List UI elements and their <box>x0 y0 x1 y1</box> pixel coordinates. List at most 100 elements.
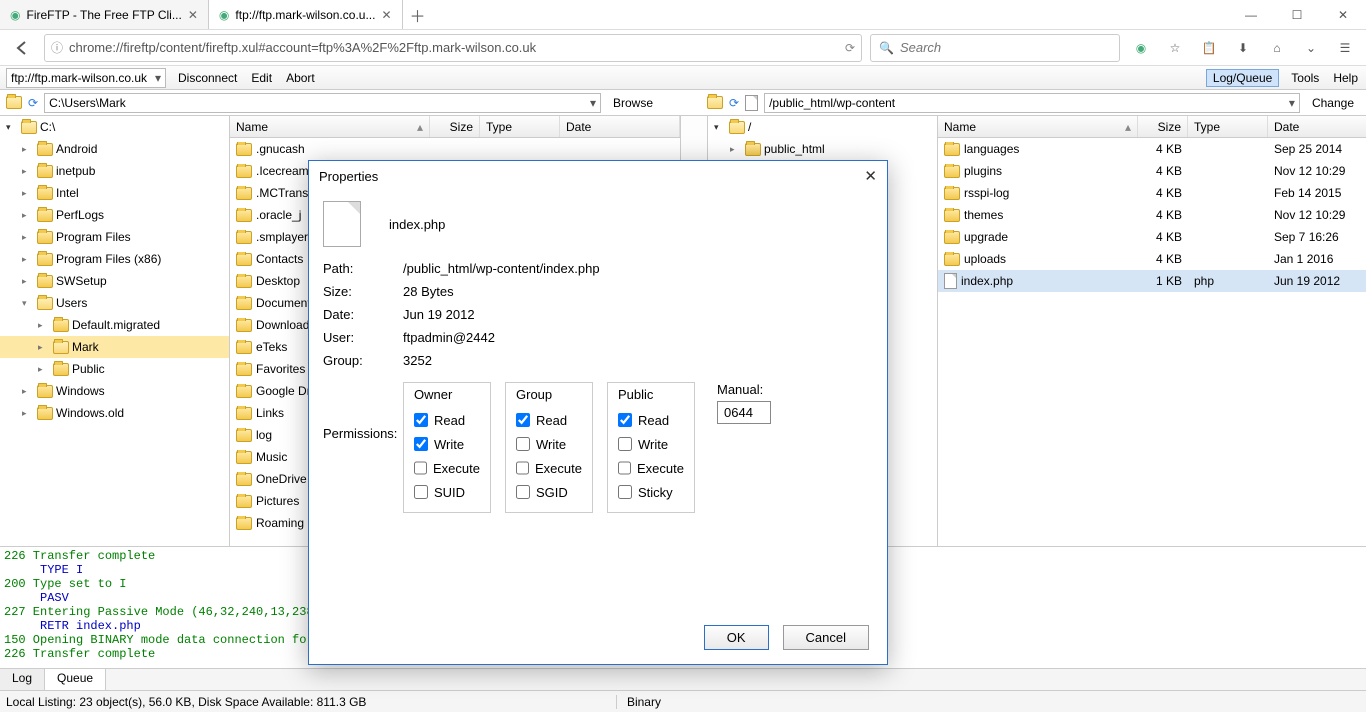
tree-item[interactable]: ▸PerfLogs <box>0 204 229 226</box>
status-bar: Local Listing: 23 object(s), 56.0 KB, Di… <box>0 690 1366 712</box>
public-read[interactable]: Read <box>618 408 684 432</box>
pocket-icon[interactable]: ⌄ <box>1298 35 1324 61</box>
tree-item[interactable]: ▾Users <box>0 292 229 314</box>
extension-icon[interactable]: ◉ <box>1128 35 1154 61</box>
queue-tab[interactable]: Queue <box>45 668 106 690</box>
new-tab-button[interactable]: ＋ <box>403 0 433 29</box>
search-bar[interactable]: 🔍 <box>870 34 1120 62</box>
folder-icon <box>236 407 252 420</box>
reload-icon[interactable]: ⟳ <box>845 41 855 55</box>
back-button[interactable] <box>8 34 36 62</box>
clipboard-icon[interactable]: 📋 <box>1196 35 1222 61</box>
col-date[interactable]: Date <box>1268 116 1366 137</box>
url-bar[interactable]: ⓘ ⟳ <box>44 34 862 62</box>
col-name[interactable]: Name▴ <box>938 116 1138 137</box>
log-queue-toggle[interactable]: Log/Queue <box>1206 69 1279 87</box>
browse-button[interactable]: Browse <box>607 93 659 113</box>
group-read[interactable]: Read <box>516 408 582 432</box>
col-name[interactable]: Name▴ <box>230 116 430 137</box>
refresh-icon[interactable]: ⟳ <box>729 96 739 110</box>
help-menu[interactable]: Help <box>1331 71 1360 85</box>
public-execute[interactable]: Execute <box>618 456 684 480</box>
path-label: Path: <box>323 261 403 276</box>
change-button[interactable]: Change <box>1306 93 1360 113</box>
arrow-left-icon <box>13 39 31 57</box>
owner-suid[interactable]: SUID <box>414 480 480 504</box>
folder-icon <box>37 407 53 420</box>
local-path-input[interactable]: C:\Users\Mark <box>44 93 601 113</box>
remote-path-input[interactable]: /public_html/wp-content <box>764 93 1300 113</box>
folder-icon <box>236 517 252 530</box>
url-input[interactable] <box>69 40 839 55</box>
tree-root[interactable]: ▾/ <box>708 116 937 138</box>
tree-item[interactable]: ▸inetpub <box>0 160 229 182</box>
tree-item[interactable]: ▸Program Files (x86) <box>0 248 229 270</box>
tree-item[interactable]: ▸Default.migrated <box>0 314 229 336</box>
disconnect-button[interactable]: Disconnect <box>176 71 239 85</box>
public-sticky[interactable]: Sticky <box>618 480 684 504</box>
downloads-icon[interactable]: ⬇ <box>1230 35 1256 61</box>
list-row[interactable]: .gnucash <box>230 138 680 160</box>
account-select[interactable]: ftp://ftp.mark-wilson.co.uk <box>6 68 166 88</box>
list-row[interactable]: languages4 KBSep 25 2014 <box>938 138 1366 160</box>
col-size[interactable]: Size <box>1138 116 1188 137</box>
col-type[interactable]: Type <box>480 116 560 137</box>
refresh-icon[interactable]: ⟳ <box>28 96 38 110</box>
list-row[interactable]: plugins4 KBNov 12 10:29 <box>938 160 1366 182</box>
edit-button[interactable]: Edit <box>249 71 274 85</box>
tree-item[interactable]: ▸Program Files <box>0 226 229 248</box>
tree-item[interactable]: ▸Mark <box>0 336 229 358</box>
local-tree[interactable]: ▾C:\▸Android▸inetpub▸Intel▸PerfLogs▸Prog… <box>0 116 230 546</box>
col-size[interactable]: Size <box>430 116 480 137</box>
local-pathbar: ⟳ C:\Users\Mark Browse <box>0 90 665 116</box>
manual-input[interactable] <box>717 401 771 424</box>
tree-item[interactable]: ▸Android <box>0 138 229 160</box>
tree-item[interactable]: ▸Windows <box>0 380 229 402</box>
manual-section: Manual: <box>717 382 771 513</box>
group-sgid[interactable]: SGID <box>516 480 582 504</box>
ok-button[interactable]: OK <box>704 625 769 650</box>
public-write[interactable]: Write <box>618 432 684 456</box>
bookmark-star-icon[interactable]: ☆ <box>1162 35 1188 61</box>
tree-item[interactable]: ▸Windows.old <box>0 402 229 424</box>
browser-tab-0[interactable]: ◉ FireFTP - The Free FTP Cli... ✕ <box>0 0 209 29</box>
owner-read[interactable]: Read <box>414 408 480 432</box>
menu-icon[interactable]: ☰ <box>1332 35 1358 61</box>
col-type[interactable]: Type <box>1188 116 1268 137</box>
folder-icon <box>944 143 960 156</box>
cancel-button[interactable]: Cancel <box>783 625 869 650</box>
tree-item[interactable]: ▸Intel <box>0 182 229 204</box>
close-button[interactable]: ✕ <box>1320 0 1366 29</box>
remote-files[interactable]: languages4 KBSep 25 2014plugins4 KBNov 1… <box>938 138 1366 546</box>
list-row[interactable]: rsspi-log4 KBFeb 14 2015 <box>938 182 1366 204</box>
owner-execute[interactable]: Execute <box>414 456 480 480</box>
abort-button[interactable]: Abort <box>284 71 317 85</box>
folder-icon <box>944 253 960 266</box>
file-name: index.php <box>389 217 445 232</box>
close-icon[interactable]: ✕ <box>381 8 391 22</box>
log-tab[interactable]: Log <box>0 668 45 690</box>
folder-icon <box>944 165 960 178</box>
minimize-button[interactable]: — <box>1228 0 1274 29</box>
list-row[interactable]: uploads4 KBJan 1 2016 <box>938 248 1366 270</box>
list-row[interactable]: upgrade4 KBSep 7 16:26 <box>938 226 1366 248</box>
search-input[interactable] <box>900 40 1111 55</box>
close-icon[interactable]: ✕ <box>188 8 198 22</box>
col-date[interactable]: Date <box>560 116 680 137</box>
tree-item[interactable]: ▸Public <box>0 358 229 380</box>
group-execute[interactable]: Execute <box>516 456 582 480</box>
tools-menu[interactable]: Tools <box>1289 71 1321 85</box>
owner-write[interactable]: Write <box>414 432 480 456</box>
list-row[interactable]: themes4 KBNov 12 10:29 <box>938 204 1366 226</box>
tree-root[interactable]: ▾C:\ <box>0 116 229 138</box>
tab-title: ftp://ftp.mark-wilson.co.u... <box>235 8 375 22</box>
close-icon[interactable]: ✕ <box>864 167 877 185</box>
maximize-button[interactable]: ☐ <box>1274 0 1320 29</box>
window-controls: — ☐ ✕ <box>1228 0 1366 29</box>
list-row[interactable]: index.php1 KBphpJun 19 2012 <box>938 270 1366 292</box>
group-write[interactable]: Write <box>516 432 582 456</box>
home-icon[interactable]: ⌂ <box>1264 35 1290 61</box>
tree-item[interactable]: ▸public_html <box>708 138 937 160</box>
tree-item[interactable]: ▸SWSetup <box>0 270 229 292</box>
browser-tab-1[interactable]: ◉ ftp://ftp.mark-wilson.co.u... ✕ <box>209 0 403 29</box>
